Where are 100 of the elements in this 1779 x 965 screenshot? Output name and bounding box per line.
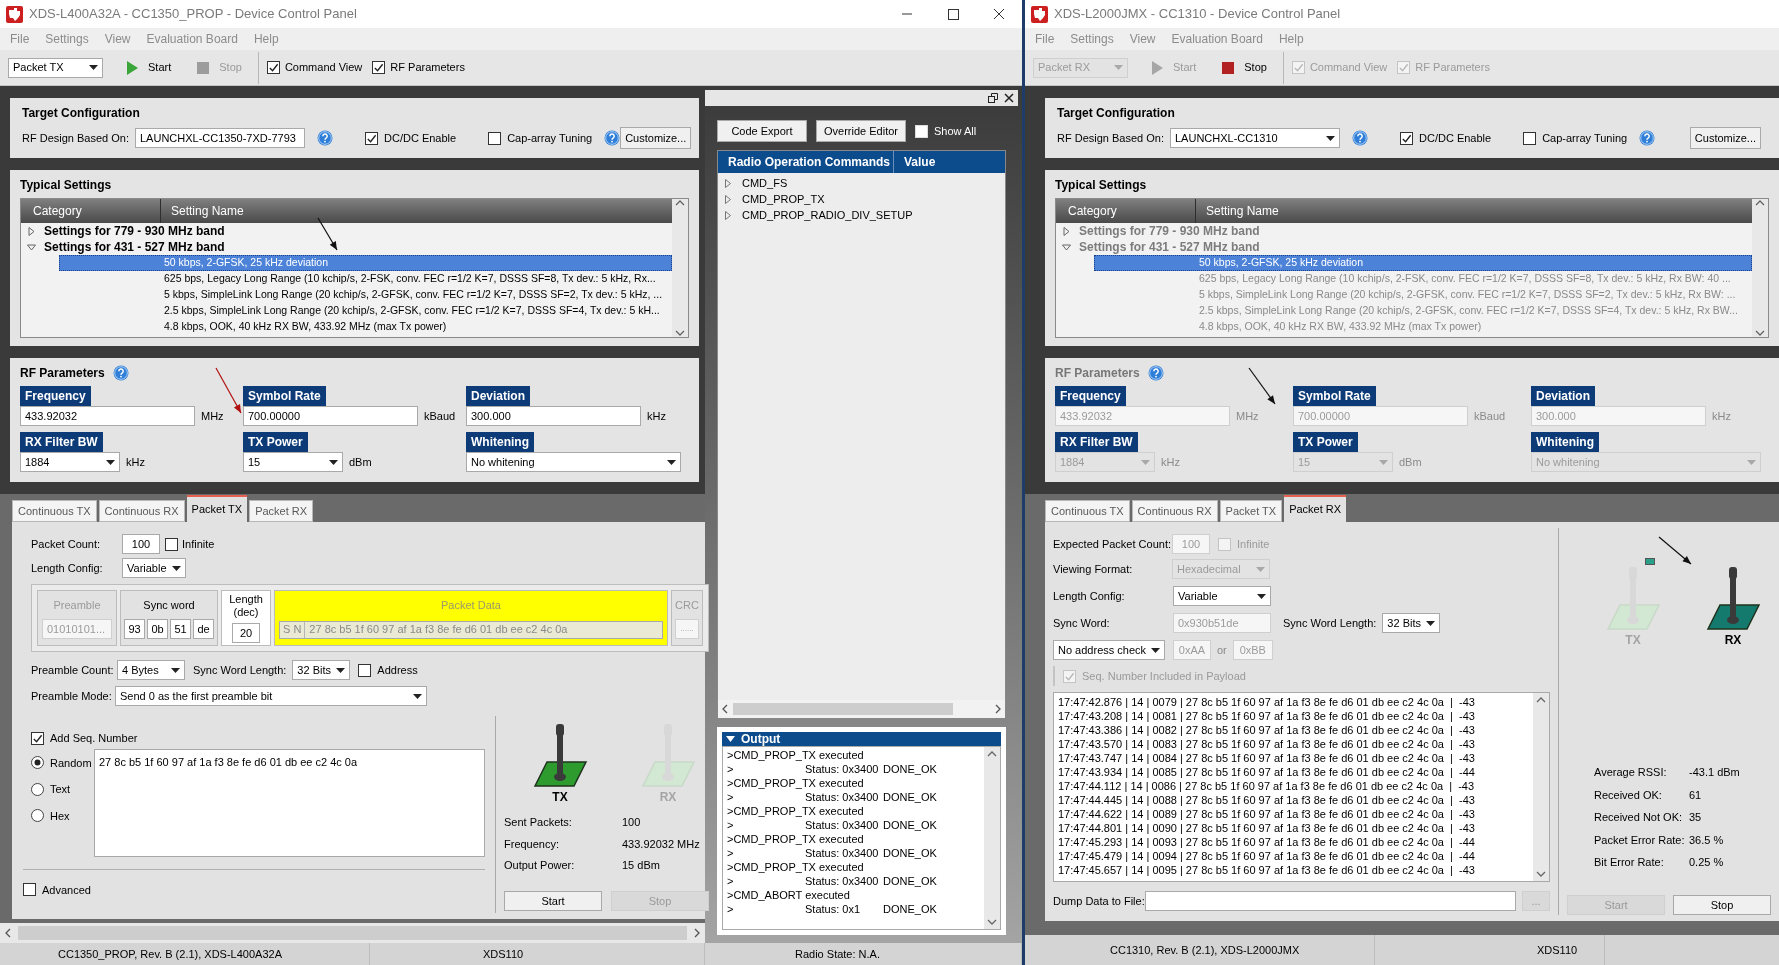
checkbox[interactable] (372, 61, 386, 74)
mode-dropdown[interactable]: Packet TX (8, 57, 103, 78)
radio-button[interactable] (31, 782, 44, 796)
customize-button[interactable]: Customize... (1689, 127, 1761, 149)
scroll-up-icon[interactable] (1755, 199, 1765, 207)
scroll-right-icon[interactable] (994, 704, 1002, 714)
toolbar-button[interactable]: Override Editor (816, 120, 906, 142)
length-config-dropdown[interactable]: Variable (122, 558, 186, 578)
expander-icon[interactable] (27, 226, 36, 236)
tab[interactable]: Packet TX (186, 495, 248, 522)
checkbox[interactable] (1523, 131, 1537, 145)
dropdown[interactable]: No whitening (466, 452, 681, 472)
length-config-dropdown[interactable]: Variable (1173, 586, 1271, 606)
scroll-left-icon[interactable] (4, 928, 12, 938)
stop-button[interactable]: Stop (1216, 55, 1273, 80)
expander-icon[interactable] (27, 242, 36, 252)
expander-icon[interactable] (724, 178, 732, 188)
column-header[interactable]: Value (894, 151, 1005, 173)
sync-length-dropdown[interactable]: 32 Bits (1382, 613, 1441, 633)
stop-button[interactable]: Stop (1673, 895, 1771, 915)
checkbox[interactable] (23, 883, 36, 897)
checkbox[interactable] (358, 663, 372, 677)
toolbar-button[interactable]: Code Export (717, 120, 807, 142)
help-icon[interactable] (604, 130, 621, 146)
setting-row[interactable]: 2.5 kbps, SimpleLink Long Range (20 kchip/s, 2-GFSK, conv. FEC r=1/2 K=7, DSSS SF=4, Tx dev.: 5 kH... (59, 303, 672, 319)
setting-row[interactable]: 50 kbps, 2-GFSK, 25 kHz deviation (59, 255, 672, 271)
scrollbar[interactable] (1533, 693, 1549, 881)
checkbox[interactable] (266, 61, 280, 74)
text-field[interactable]: 300.000 (466, 406, 641, 426)
radio-button[interactable] (31, 809, 44, 823)
tab[interactable]: Packet RX (1284, 495, 1347, 522)
dropdown[interactable]: 15 (243, 452, 343, 472)
tree-item[interactable]: CMD_FS (742, 174, 788, 192)
close-icon[interactable] (1004, 93, 1014, 103)
column-header[interactable]: Setting Name (161, 199, 672, 223)
payload-field[interactable]: 27 8c b5 1f 60 97 af 1a f3 8e fe d6 01 db ee c2 4c 0a (94, 748, 485, 857)
radio-button[interactable] (31, 756, 44, 770)
checkbox[interactable] (488, 131, 502, 145)
collapse-icon[interactable] (726, 735, 735, 743)
tab[interactable]: Continuous RX (98, 500, 185, 522)
tab[interactable]: Continuous TX (1045, 500, 1130, 522)
scroll-down-icon[interactable] (1536, 870, 1546, 878)
scroll-up-icon[interactable] (675, 199, 685, 207)
text-field[interactable]: 700.00000 (243, 406, 418, 426)
preamble-count-dropdown[interactable]: 4 Bytes (117, 660, 185, 680)
tab[interactable]: Continuous RX (1131, 500, 1218, 522)
sync-length-dropdown[interactable]: 32 Bits (292, 660, 351, 680)
byte-field[interactable]: 0b (147, 619, 168, 640)
scroll-left-icon[interactable] (721, 704, 729, 714)
help-icon[interactable] (1639, 130, 1656, 146)
help-icon[interactable] (112, 365, 129, 381)
rf-design-dropdown[interactable]: LAUNCHXL-CC1350-7XD-7793 (135, 128, 305, 148)
tab[interactable]: Packet RX (249, 500, 314, 522)
help-icon[interactable] (1147, 365, 1164, 381)
checkbox[interactable] (165, 537, 178, 551)
help-icon[interactable] (1352, 130, 1368, 146)
scrollbar[interactable] (1752, 199, 1768, 337)
tree-item[interactable]: CMD_PROP_RADIO_DIV_SETUP (742, 206, 913, 224)
expander-icon[interactable] (724, 194, 732, 204)
scroll-up-icon[interactable] (1536, 696, 1546, 704)
count-field[interactable]: 100 (122, 534, 160, 554)
restore-icon[interactable] (988, 93, 998, 103)
text-field[interactable]: 433.92032 (20, 406, 195, 426)
setting-row[interactable]: 5 kbps, SimpleLink Long Range (20 kchip/s, 2-GFSK, conv. FEC r=1/2 K=7, DSSS SF=2, Tx dev.: 5 kHz, ... (59, 287, 672, 303)
tab[interactable]: Packet TX (1219, 500, 1283, 522)
scroll-down-icon[interactable] (987, 918, 997, 926)
file-path-field[interactable] (1145, 891, 1516, 911)
scroll-up-icon[interactable] (987, 750, 997, 758)
scrollbar[interactable] (984, 747, 1000, 929)
column-header[interactable]: Category (21, 199, 161, 223)
dropdown[interactable]: 1884 (20, 452, 120, 472)
panel-title: Typical Settings (20, 177, 113, 194)
preamble-mode-dropdown[interactable]: Send 0 as the first preamble bit (115, 686, 427, 706)
customize-button[interactable]: Customize... (620, 127, 692, 149)
setting-row[interactable]: 4.8 kbps, OOK, 40 kHz RX BW, 433.92 MHz (max Tx power) (59, 319, 672, 335)
checkbox[interactable] (31, 731, 44, 745)
scroll-right-icon[interactable] (693, 928, 701, 938)
scroll-down-icon[interactable] (675, 329, 685, 337)
scrollbar[interactable] (672, 199, 688, 337)
tab[interactable]: Continuous TX (12, 500, 97, 522)
setting-row[interactable]: 625 bps, Legacy Long Range (10 kchip/s, 2-FSK, conv. FEC r=1/2 K=7, DSSS SF=8, Tx dev.: 5 kHz, Rx... (59, 271, 672, 287)
start-button[interactable]: Start (121, 55, 178, 80)
help-icon[interactable] (317, 130, 333, 146)
byte-field[interactable]: 51 (170, 619, 191, 640)
checkbox[interactable] (1400, 131, 1413, 145)
column-header[interactable]: Radio Operation Commands (718, 151, 894, 173)
scroll-down-icon[interactable] (1755, 329, 1765, 337)
tree-item[interactable]: CMD_PROP_TX (742, 190, 825, 208)
start-button[interactable]: Start (504, 891, 602, 911)
rf-design-dropdown[interactable]: LAUNCHXL-CC1310 (1170, 128, 1340, 148)
checkbox[interactable] (365, 131, 378, 145)
tree-item[interactable]: Settings for 431 - 527 MHz band (44, 238, 225, 256)
expander-icon[interactable] (724, 210, 732, 220)
scrollbar[interactable] (718, 700, 1005, 718)
length-field[interactable]: 20 (232, 623, 260, 643)
byte-field[interactable]: de (193, 619, 214, 640)
scrollbar[interactable] (0, 923, 705, 943)
tree-item[interactable]: Settings for 779 - 930 MHz band (44, 222, 225, 240)
window-title: XDS-L2000JMX - CC1310 - Device Control Panel (1054, 5, 1341, 24)
byte-field[interactable]: 93 (124, 619, 145, 640)
